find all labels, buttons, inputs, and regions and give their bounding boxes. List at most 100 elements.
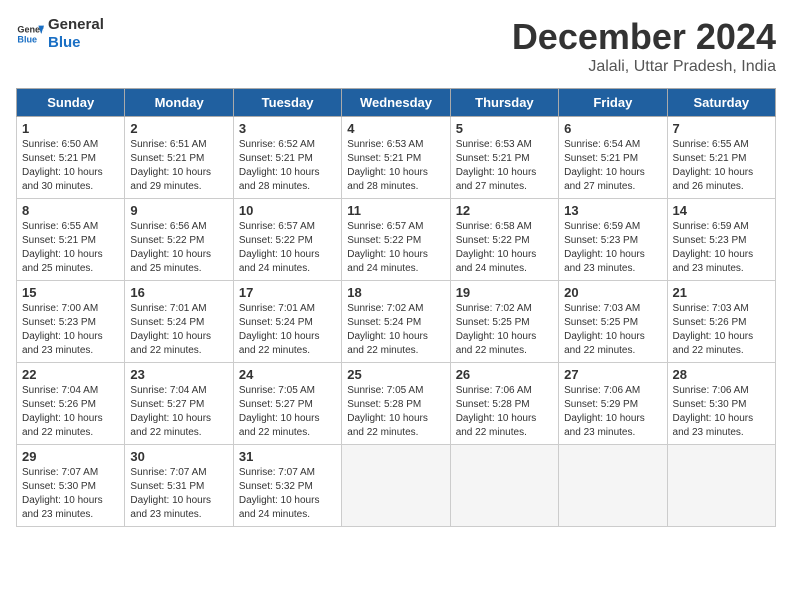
- day-info: Sunrise: 6:51 AM Sunset: 5:21 PM Dayligh…: [130, 138, 227, 194]
- day-info: Sunrise: 6:54 AM Sunset: 5:21 PM Dayligh…: [564, 138, 661, 194]
- day-cell: 18 Sunrise: 7:02 AM Sunset: 5:24 PM Dayli…: [342, 281, 450, 363]
- day-cell: 10 Sunrise: 6:57 AM Sunset: 5:22 PM Dayli…: [233, 199, 341, 281]
- day-cell: 23 Sunrise: 7:04 AM Sunset: 5:27 PM Dayli…: [125, 363, 233, 445]
- day-info: Sunrise: 6:55 AM Sunset: 5:21 PM Dayligh…: [673, 138, 770, 194]
- day-cell: [559, 445, 667, 527]
- day-cell: 4Sunrise: 6:53 AM Sunset: 5:21 PM Daylig…: [342, 117, 450, 199]
- day-cell: 2 Sunrise: 6:51 AM Sunset: 5:21 PM Daylig…: [125, 117, 233, 199]
- day-info: Sunrise: 7:06 AM Sunset: 5:28 PM Dayligh…: [456, 384, 553, 440]
- day-info: Sunrise: 7:06 AM Sunset: 5:30 PM Dayligh…: [673, 384, 770, 440]
- day-number: 4: [347, 121, 444, 136]
- day-cell: 19 Sunrise: 7:02 AM Sunset: 5:25 PM Dayli…: [450, 281, 558, 363]
- day-number: 30: [130, 449, 227, 464]
- logo-line1: General: [48, 16, 104, 34]
- day-cell: 1Sunrise: 6:50 AM Sunset: 5:21 PM Daylig…: [17, 117, 125, 199]
- day-number: 11: [347, 203, 444, 218]
- day-info: Sunrise: 7:01 AM Sunset: 5:24 PM Dayligh…: [239, 302, 336, 358]
- day-number: 20: [564, 285, 661, 300]
- day-number: 17: [239, 285, 336, 300]
- day-cell: [342, 445, 450, 527]
- day-cell: 21Sunrise: 7:03 AM Sunset: 5:26 PM Dayli…: [667, 281, 775, 363]
- day-cell: 17 Sunrise: 7:01 AM Sunset: 5:24 PM Dayli…: [233, 281, 341, 363]
- day-cell: 22 Sunrise: 7:04 AM Sunset: 5:26 PM Dayli…: [17, 363, 125, 445]
- day-info: Sunrise: 7:06 AM Sunset: 5:29 PM Dayligh…: [564, 384, 661, 440]
- day-number: 24: [239, 367, 336, 382]
- day-number: 18: [347, 285, 444, 300]
- day-number: 27: [564, 367, 661, 382]
- day-number: 10: [239, 203, 336, 218]
- day-cell: 25 Sunrise: 7:05 AM Sunset: 5:28 PM Dayli…: [342, 363, 450, 445]
- day-info: Sunrise: 7:04 AM Sunset: 5:27 PM Dayligh…: [130, 384, 227, 440]
- day-info: Sunrise: 6:52 AM Sunset: 5:21 PM Dayligh…: [239, 138, 336, 194]
- header-cell-tuesday: Tuesday: [233, 89, 341, 117]
- day-number: 8: [22, 203, 119, 218]
- day-number: 29: [22, 449, 119, 464]
- day-number: 7: [673, 121, 770, 136]
- day-info: Sunrise: 6:50 AM Sunset: 5:21 PM Dayligh…: [22, 138, 119, 194]
- calendar-header-row: SundayMondayTuesdayWednesdayThursdayFrid…: [17, 89, 776, 117]
- day-number: 26: [456, 367, 553, 382]
- day-number: 31: [239, 449, 336, 464]
- day-number: 15: [22, 285, 119, 300]
- day-info: Sunrise: 7:07 AM Sunset: 5:30 PM Dayligh…: [22, 466, 119, 522]
- day-info: Sunrise: 7:03 AM Sunset: 5:25 PM Dayligh…: [564, 302, 661, 358]
- day-number: 13: [564, 203, 661, 218]
- week-row-4: 22 Sunrise: 7:04 AM Sunset: 5:26 PM Dayli…: [17, 363, 776, 445]
- day-info: Sunrise: 7:04 AM Sunset: 5:26 PM Dayligh…: [22, 384, 119, 440]
- header-cell-monday: Monday: [125, 89, 233, 117]
- day-info: Sunrise: 6:53 AM Sunset: 5:21 PM Dayligh…: [456, 138, 553, 194]
- calendar-body: 1Sunrise: 6:50 AM Sunset: 5:21 PM Daylig…: [17, 117, 776, 527]
- day-info: Sunrise: 7:02 AM Sunset: 5:25 PM Dayligh…: [456, 302, 553, 358]
- logo-line2: Blue: [48, 34, 104, 52]
- day-cell: 16Sunrise: 7:01 AM Sunset: 5:24 PM Dayli…: [125, 281, 233, 363]
- day-cell: 30 Sunrise: 7:07 AM Sunset: 5:31 PM Dayli…: [125, 445, 233, 527]
- day-info: Sunrise: 7:07 AM Sunset: 5:32 PM Dayligh…: [239, 466, 336, 522]
- day-number: 2: [130, 121, 227, 136]
- day-cell: 24Sunrise: 7:05 AM Sunset: 5:27 PM Dayli…: [233, 363, 341, 445]
- logo-icon: General Blue: [16, 20, 44, 48]
- day-info: Sunrise: 6:57 AM Sunset: 5:22 PM Dayligh…: [347, 220, 444, 276]
- day-number: 22: [22, 367, 119, 382]
- day-cell: 6 Sunrise: 6:54 AM Sunset: 5:21 PM Daylig…: [559, 117, 667, 199]
- day-info: Sunrise: 7:07 AM Sunset: 5:31 PM Dayligh…: [130, 466, 227, 522]
- day-cell: 26 Sunrise: 7:06 AM Sunset: 5:28 PM Dayli…: [450, 363, 558, 445]
- day-number: 9: [130, 203, 227, 218]
- week-row-5: 29 Sunrise: 7:07 AM Sunset: 5:30 PM Dayli…: [17, 445, 776, 527]
- week-row-3: 15 Sunrise: 7:00 AM Sunset: 5:23 PM Dayli…: [17, 281, 776, 363]
- day-cell: 31 Sunrise: 7:07 AM Sunset: 5:32 PM Dayli…: [233, 445, 341, 527]
- day-info: Sunrise: 6:58 AM Sunset: 5:22 PM Dayligh…: [456, 220, 553, 276]
- week-row-2: 8 Sunrise: 6:55 AM Sunset: 5:21 PM Daylig…: [17, 199, 776, 281]
- day-number: 19: [456, 285, 553, 300]
- day-number: 25: [347, 367, 444, 382]
- day-info: Sunrise: 7:05 AM Sunset: 5:28 PM Dayligh…: [347, 384, 444, 440]
- calendar-table: SundayMondayTuesdayWednesdayThursdayFrid…: [16, 88, 776, 527]
- day-cell: 14 Sunrise: 6:59 AM Sunset: 5:23 PM Dayli…: [667, 199, 775, 281]
- day-cell: 29 Sunrise: 7:07 AM Sunset: 5:30 PM Dayli…: [17, 445, 125, 527]
- day-info: Sunrise: 6:59 AM Sunset: 5:23 PM Dayligh…: [564, 220, 661, 276]
- day-cell: 8 Sunrise: 6:55 AM Sunset: 5:21 PM Daylig…: [17, 199, 125, 281]
- logo: General Blue General Blue: [16, 16, 104, 52]
- day-cell: 3Sunrise: 6:52 AM Sunset: 5:21 PM Daylig…: [233, 117, 341, 199]
- header-cell-thursday: Thursday: [450, 89, 558, 117]
- day-info: Sunrise: 7:00 AM Sunset: 5:23 PM Dayligh…: [22, 302, 119, 358]
- header-cell-wednesday: Wednesday: [342, 89, 450, 117]
- day-info: Sunrise: 7:02 AM Sunset: 5:24 PM Dayligh…: [347, 302, 444, 358]
- day-cell: 11 Sunrise: 6:57 AM Sunset: 5:22 PM Dayli…: [342, 199, 450, 281]
- day-info: Sunrise: 6:57 AM Sunset: 5:22 PM Dayligh…: [239, 220, 336, 276]
- day-number: 28: [673, 367, 770, 382]
- day-number: 6: [564, 121, 661, 136]
- header-cell-saturday: Saturday: [667, 89, 775, 117]
- title-block: December 2024 Jalali, Uttar Pradesh, Ind…: [512, 16, 776, 76]
- day-cell: 7 Sunrise: 6:55 AM Sunset: 5:21 PM Daylig…: [667, 117, 775, 199]
- day-cell: [667, 445, 775, 527]
- day-info: Sunrise: 6:59 AM Sunset: 5:23 PM Dayligh…: [673, 220, 770, 276]
- day-cell: 12Sunrise: 6:58 AM Sunset: 5:22 PM Dayli…: [450, 199, 558, 281]
- page-header: General Blue General Blue December 2024 …: [16, 16, 776, 76]
- week-row-1: 1Sunrise: 6:50 AM Sunset: 5:21 PM Daylig…: [17, 117, 776, 199]
- day-number: 14: [673, 203, 770, 218]
- day-number: 23: [130, 367, 227, 382]
- calendar-subtitle: Jalali, Uttar Pradesh, India: [512, 58, 776, 76]
- day-info: Sunrise: 6:55 AM Sunset: 5:21 PM Dayligh…: [22, 220, 119, 276]
- day-cell: 5Sunrise: 6:53 AM Sunset: 5:21 PM Daylig…: [450, 117, 558, 199]
- day-info: Sunrise: 7:03 AM Sunset: 5:26 PM Dayligh…: [673, 302, 770, 358]
